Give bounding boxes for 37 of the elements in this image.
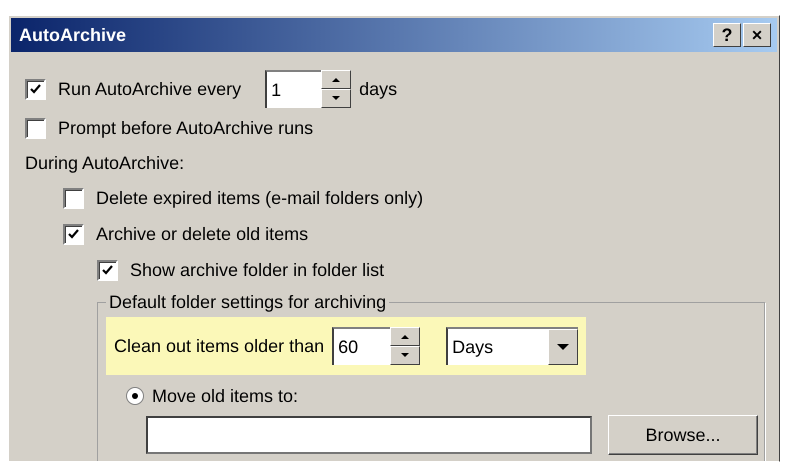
unit-dropdown[interactable]: Days xyxy=(446,327,578,365)
up-arrow-icon xyxy=(332,77,340,82)
number-field[interactable]: 60 xyxy=(332,327,390,365)
section-label: During AutoArchive: xyxy=(25,152,186,175)
checkbox-label[interactable]: Show archive folder in folder list xyxy=(130,260,384,280)
close-button[interactable]: × xyxy=(743,23,771,47)
folder-path-field[interactable] xyxy=(146,416,592,454)
browse-button[interactable]: Browse... xyxy=(608,415,758,455)
checkbox-label[interactable]: Run AutoArchive every xyxy=(58,78,242,100)
field-label: Clean out items older than xyxy=(114,336,324,356)
check-icon xyxy=(29,82,42,96)
down-arrow-icon xyxy=(401,353,410,358)
down-arrow-icon xyxy=(332,96,340,101)
spin-up-button[interactable] xyxy=(321,70,352,89)
check-icon xyxy=(67,228,80,240)
dropdown-button[interactable] xyxy=(548,329,578,365)
group-title: Default folder settings for archiving xyxy=(108,292,388,313)
checkbox[interactable] xyxy=(25,78,46,100)
checkbox-label[interactable]: Prompt before AutoArchive runs xyxy=(58,118,314,138)
radio-button[interactable] xyxy=(126,387,144,405)
spin-down-button[interactable] xyxy=(390,346,420,365)
checkbox[interactable] xyxy=(63,224,84,244)
up-arrow-icon xyxy=(401,334,410,339)
checkbox[interactable] xyxy=(25,118,46,138)
checkbox[interactable] xyxy=(63,188,84,208)
help-button[interactable]: ? xyxy=(713,23,741,47)
checkbox-label[interactable]: Archive or delete old items xyxy=(96,224,308,244)
unit-label: days xyxy=(359,78,398,100)
number-field[interactable]: 1 xyxy=(265,70,322,108)
window-title: AutoArchive xyxy=(19,24,128,46)
checkbox-label[interactable]: Delete expired items (e-mail folders only) xyxy=(96,188,424,208)
spin-down-button[interactable] xyxy=(321,89,352,108)
check-icon xyxy=(101,264,114,276)
radio-label[interactable]: Move old items to: xyxy=(152,386,298,406)
spin-up-button[interactable] xyxy=(390,327,420,346)
checkbox[interactable] xyxy=(97,260,118,280)
down-arrow-icon xyxy=(557,344,570,350)
